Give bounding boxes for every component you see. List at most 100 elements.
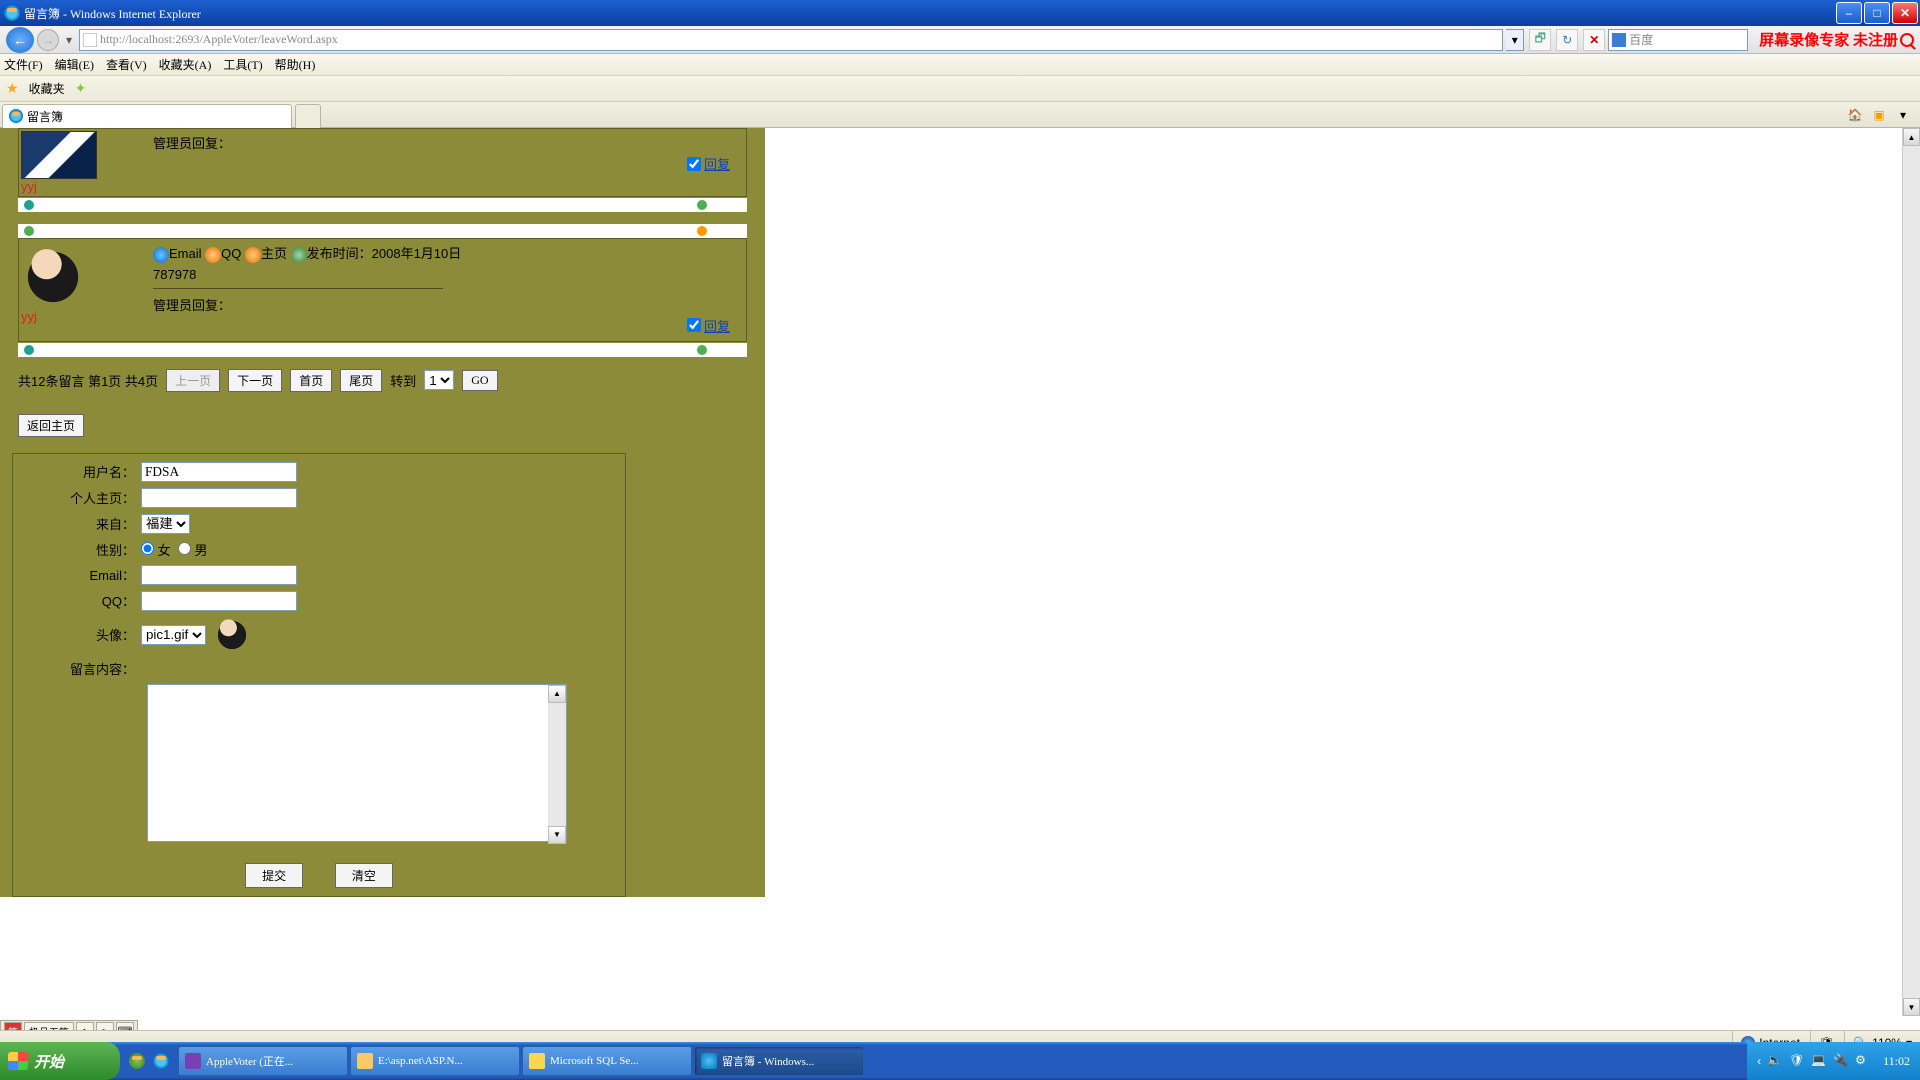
page-scrollbar[interactable]: ▲ ▼ <box>1902 128 1920 1016</box>
homepage-input[interactable] <box>141 488 297 508</box>
ie-quick-icon[interactable] <box>150 1048 172 1074</box>
star-icon[interactable]: ★ <box>6 80 19 97</box>
start-button[interactable]: 开始 <box>0 1042 120 1080</box>
menu-edit[interactable]: 编辑(E) <box>55 56 94 73</box>
tray-icon[interactable]: 💻 <box>1811 1053 1827 1069</box>
scroll-down-icon[interactable]: ▼ <box>548 826 566 844</box>
favorites-label[interactable]: 收藏夹 <box>29 80 65 97</box>
ie-icon <box>701 1053 717 1069</box>
address-dropdown[interactable]: ▾ <box>1506 29 1524 51</box>
gender-female-option[interactable]: 女 <box>141 540 171 559</box>
submit-button[interactable]: 提交 <box>245 863 303 888</box>
avatar-label: 头像： <box>21 625 141 644</box>
first-page-button[interactable]: 首页 <box>290 369 332 392</box>
tab-active[interactable]: 留言簿 <box>2 104 292 128</box>
baidu-icon <box>1612 33 1626 47</box>
menu-help[interactable]: 帮助(H) <box>275 56 316 73</box>
from-select[interactable]: 福建 <box>141 514 190 534</box>
menu-tools[interactable]: 工具(T) <box>223 56 262 73</box>
menu-favorites[interactable]: 收藏夹(A) <box>159 56 212 73</box>
search-box[interactable]: 百度 <box>1608 29 1748 51</box>
address-url: http://localhost:2693/AppleVoter/leaveWo… <box>100 32 338 47</box>
prev-page-button[interactable]: 上一页 <box>166 369 220 392</box>
tray-icon[interactable]: 🔈 <box>1767 1053 1783 1069</box>
qq-input[interactable] <box>141 591 297 611</box>
go-button[interactable]: GO <box>462 370 497 391</box>
scroll-down-icon[interactable]: ▼ <box>1903 998 1920 1016</box>
avatar-image <box>21 245 85 309</box>
username-label: 用户名： <box>21 462 141 481</box>
reply-checkbox[interactable] <box>687 157 701 171</box>
task-button[interactable]: E:\asp.net\ASP.N... <box>350 1046 520 1076</box>
email-input[interactable] <box>141 565 297 585</box>
admin-reply-label: 管理员回复： <box>153 133 738 152</box>
system-tray: ‹ 🔈 🛡 💻 🔌 ⚙ 11:02 <box>1747 1042 1920 1080</box>
refresh-button[interactable]: ↻ <box>1556 29 1578 51</box>
textarea-scrollbar[interactable]: ▲ ▼ <box>548 685 566 844</box>
next-page-button[interactable]: 下一页 <box>228 369 282 392</box>
divider-bar <box>18 224 747 238</box>
admin-reply-label: 管理员回复： <box>153 295 738 314</box>
qq-icon[interactable] <box>205 247 221 263</box>
message-username: yyj <box>21 309 37 324</box>
tray-icon[interactable]: ⚙ <box>1855 1053 1871 1069</box>
back-home-button[interactable]: 返回主页 <box>18 414 84 437</box>
clear-button[interactable]: 清空 <box>335 863 393 888</box>
page-icon <box>83 33 97 47</box>
tray-expand-icon[interactable]: ‹ <box>1757 1054 1761 1068</box>
watermark-text: 屏幕录像专家 未注册 <box>1759 29 1914 50</box>
menu-file[interactable]: 文件(F) <box>4 56 43 73</box>
divider-bar <box>18 343 747 357</box>
forward-button[interactable]: → <box>37 29 59 51</box>
reply-checkbox[interactable] <box>687 318 701 332</box>
tray-icon[interactable]: 🔌 <box>1833 1053 1849 1069</box>
from-label: 来自： <box>21 514 141 533</box>
maximize-button[interactable]: □ <box>1864 2 1890 24</box>
favorites-bar: ★ 收藏夹 ✦ <box>0 76 1920 102</box>
address-bar[interactable]: http://localhost:2693/AppleVoter/leaveWo… <box>79 29 1503 51</box>
reply-link[interactable]: 回复 <box>704 316 730 335</box>
stop-button[interactable]: ✕ <box>1583 29 1605 51</box>
avatar-select[interactable]: pic1.gif <box>141 625 206 645</box>
page-summary: 共12条留言 第1页 共4页 <box>18 371 158 390</box>
minimize-button[interactable]: – <box>1836 2 1862 24</box>
content-textarea[interactable] <box>147 684 567 842</box>
new-tab-button[interactable] <box>295 104 321 128</box>
scroll-up-icon[interactable]: ▲ <box>548 685 566 703</box>
scroll-up-icon[interactable]: ▲ <box>1903 128 1920 146</box>
username-input[interactable] <box>141 462 297 482</box>
dot-icon <box>697 226 707 236</box>
home-icon[interactable] <box>245 247 261 263</box>
feeds-icon[interactable]: ▣ <box>1870 106 1888 124</box>
nav-history-dropdown[interactable]: ▾ <box>62 29 76 51</box>
avatar-preview <box>214 617 250 653</box>
back-button[interactable]: ← <box>6 27 34 53</box>
sql-icon <box>529 1053 545 1069</box>
tab-favicon <box>9 109 23 123</box>
menu-bar: 文件(F) 编辑(E) 查看(V) 收藏夹(A) 工具(T) 帮助(H) <box>0 54 1920 76</box>
menu-view[interactable]: 查看(V) <box>106 56 147 73</box>
page-select[interactable]: 1 <box>424 370 454 390</box>
add-favorite-icon[interactable]: ✦ <box>75 80 87 97</box>
time-icon <box>291 247 307 263</box>
compat-button[interactable]: 🗗 <box>1529 29 1551 51</box>
clock[interactable]: 11:02 <box>1883 1054 1910 1069</box>
tray-icon[interactable]: 🛡 <box>1789 1053 1805 1069</box>
task-button[interactable]: Microsoft SQL Se... <box>522 1046 692 1076</box>
page-content: yyj 管理员回复： 回复 <box>0 128 765 1042</box>
gender-male-option[interactable]: 男 <box>178 540 208 559</box>
last-page-button[interactable]: 尾页 <box>340 369 382 392</box>
tab-strip: 留言簿 🏠 ▣ ▾ <box>0 102 1920 128</box>
show-desktop-icon[interactable] <box>126 1048 148 1074</box>
task-button-active[interactable]: 留言簿 - Windows... <box>694 1046 864 1076</box>
close-button[interactable]: ✕ <box>1892 2 1918 24</box>
reply-link[interactable]: 回复 <box>704 154 730 173</box>
dot-icon <box>24 226 34 236</box>
chevron-down-icon[interactable]: ▾ <box>1894 106 1912 124</box>
app-icon <box>185 1053 201 1069</box>
gender-label: 性别： <box>21 540 141 559</box>
taskbar-tasks: AppleVoter (正在... E:\asp.net\ASP.N... Mi… <box>178 1046 864 1076</box>
home-icon[interactable]: 🏠 <box>1846 106 1864 124</box>
email-icon[interactable] <box>153 247 169 263</box>
task-button[interactable]: AppleVoter (正在... <box>178 1046 348 1076</box>
